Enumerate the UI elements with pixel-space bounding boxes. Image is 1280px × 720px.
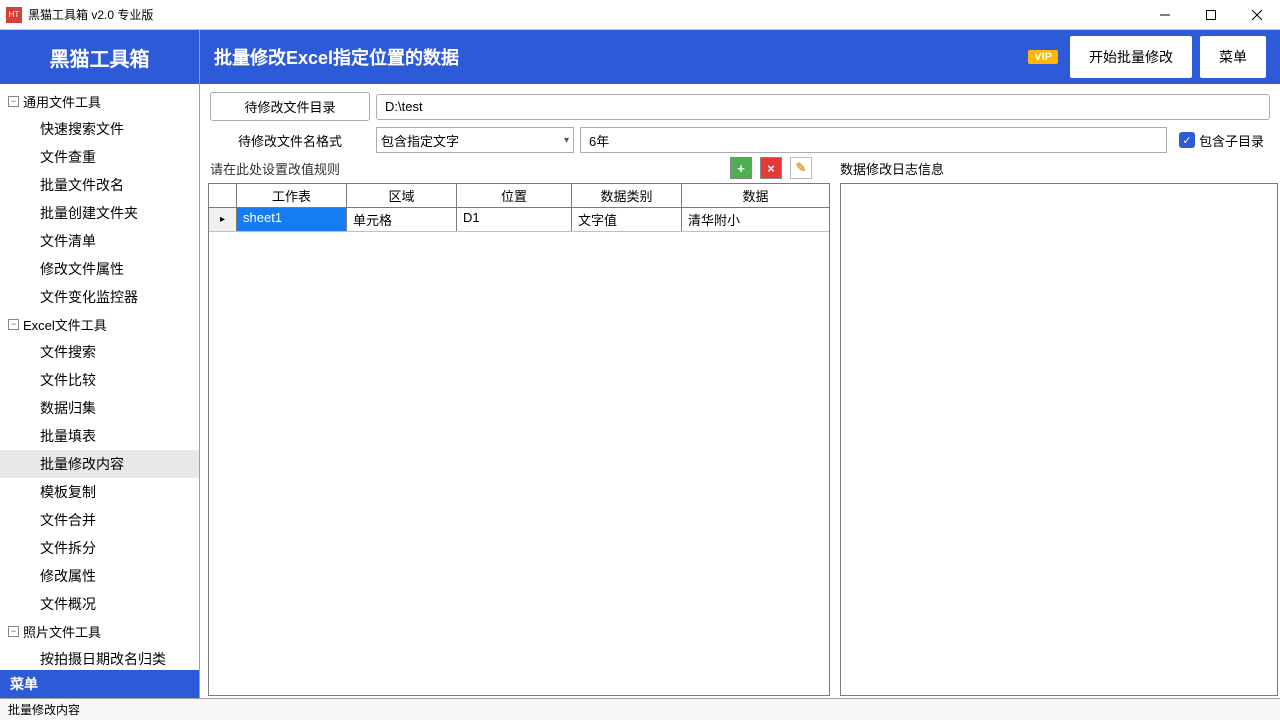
- cell-sheet[interactable]: sheet1: [237, 208, 347, 231]
- cell-data[interactable]: 清华附小: [682, 208, 829, 231]
- cell-pos[interactable]: D1: [457, 208, 572, 231]
- tree-group-photo[interactable]: − 照片文件工具: [0, 618, 199, 645]
- tree-item[interactable]: 模板复制: [0, 478, 199, 506]
- dir-path-display[interactable]: D:\test: [376, 94, 1270, 120]
- sidebar-tree: − 通用文件工具 快速搜索文件 文件查重 批量文件改名 批量创建文件夹 文件清单…: [0, 84, 199, 670]
- sidebar-header: 黑猫工具箱: [0, 30, 199, 84]
- collapse-icon: −: [8, 96, 19, 107]
- page-title: 批量修改Excel指定位置的数据: [214, 44, 1028, 70]
- col-pos[interactable]: 位置: [457, 184, 572, 207]
- format-combo[interactable]: 包含指定文字 ▾: [376, 127, 574, 153]
- tree-item[interactable]: 文件查重: [0, 143, 199, 171]
- tree-group-excel[interactable]: − Excel文件工具: [0, 311, 199, 338]
- add-rule-button[interactable]: +: [730, 157, 752, 179]
- tree-item[interactable]: 批量填表: [0, 422, 199, 450]
- window-title: 黑猫工具箱 v2.0 专业版: [28, 6, 1142, 23]
- status-bar: 批量修改内容: [0, 698, 1280, 720]
- collapse-icon: −: [8, 626, 19, 637]
- tree-item[interactable]: 文件合并: [0, 506, 199, 534]
- col-sheet[interactable]: 工作表: [237, 184, 347, 207]
- maximize-button[interactable]: [1188, 0, 1234, 30]
- tree-item-batch-edit[interactable]: 批量修改内容: [0, 450, 199, 478]
- splitter[interactable]: [832, 183, 838, 696]
- choose-dir-button[interactable]: 待修改文件目录: [210, 92, 370, 121]
- sidebar-menu-button[interactable]: 菜单: [0, 670, 199, 698]
- tree-item[interactable]: 文件概况: [0, 590, 199, 618]
- vip-badge: VIP: [1028, 50, 1058, 64]
- rules-hint: 请在此处设置改值规则: [210, 159, 340, 178]
- chevron-down-icon: ▾: [564, 135, 569, 146]
- tree-item[interactable]: 修改属性: [0, 562, 199, 590]
- tree-item[interactable]: 快速搜索文件: [0, 115, 199, 143]
- menu-button[interactable]: 菜单: [1200, 36, 1266, 78]
- log-panel[interactable]: [840, 183, 1278, 696]
- table-row[interactable]: sheet1 单元格 D1 文字值 清华附小: [209, 208, 829, 232]
- cell-area[interactable]: 单元格: [347, 208, 457, 231]
- tree-item[interactable]: 文件拆分: [0, 534, 199, 562]
- minimize-button[interactable]: [1142, 0, 1188, 30]
- col-dtype[interactable]: 数据类别: [572, 184, 682, 207]
- tree-item[interactable]: 文件比较: [0, 366, 199, 394]
- log-title: 数据修改日志信息: [840, 159, 1270, 178]
- cell-dtype[interactable]: 文字值: [572, 208, 682, 231]
- delete-rule-button[interactable]: ×: [760, 157, 782, 179]
- check-icon: ✓: [1179, 132, 1195, 148]
- row-header-col: [209, 184, 237, 207]
- tree-item[interactable]: 文件变化监控器: [0, 283, 199, 311]
- tree-item[interactable]: 按拍摄日期改名归类: [0, 645, 199, 670]
- tree-item[interactable]: 文件清单: [0, 227, 199, 255]
- tree-item[interactable]: 批量文件改名: [0, 171, 199, 199]
- col-data[interactable]: 数据: [682, 184, 829, 207]
- close-button[interactable]: [1234, 0, 1280, 30]
- format-text-input[interactable]: [580, 127, 1167, 153]
- collapse-icon: −: [8, 319, 19, 330]
- tree-item[interactable]: 数据归集: [0, 394, 199, 422]
- tree-group-general[interactable]: − 通用文件工具: [0, 88, 199, 115]
- include-subdir-checkbox[interactable]: ✓ 包含子目录: [1173, 131, 1270, 150]
- row-indicator-icon: [209, 208, 237, 231]
- col-area[interactable]: 区域: [347, 184, 457, 207]
- rules-grid[interactable]: 工作表 区域 位置 数据类别 数据 sheet1 单元格 D1 文字值 清华附小: [208, 183, 830, 696]
- tree-item[interactable]: 修改文件属性: [0, 255, 199, 283]
- tree-item[interactable]: 文件搜索: [0, 338, 199, 366]
- start-batch-button[interactable]: 开始批量修改: [1070, 36, 1192, 78]
- format-label: 待修改文件名格式: [210, 131, 370, 150]
- edit-rule-button[interactable]: ✎: [790, 157, 812, 179]
- tree-item[interactable]: 批量创建文件夹: [0, 199, 199, 227]
- app-icon: HT: [6, 7, 22, 23]
